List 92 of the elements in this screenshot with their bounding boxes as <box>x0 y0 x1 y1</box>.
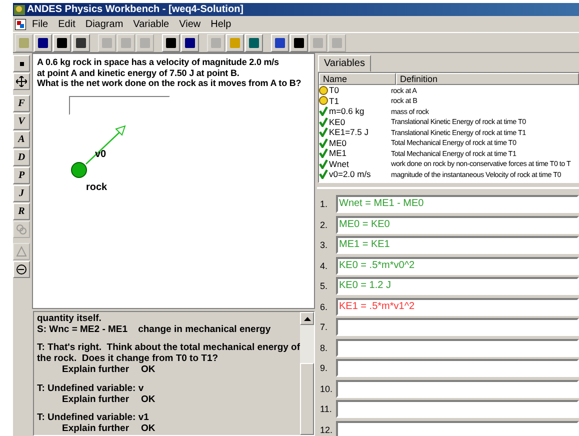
equation-field[interactable] <box>336 359 579 378</box>
feedback-link[interactable]: Explain further <box>62 364 130 376</box>
axes-tool[interactable] <box>13 261 30 278</box>
feedback-text: S: Wnc = ME2 - ME1 change in mechanical energy <box>37 324 271 335</box>
toolbar-button[interactable] <box>34 34 52 52</box>
equation-number: 9. <box>320 363 329 374</box>
vector-tool[interactable]: J <box>13 185 30 202</box>
variable-name[interactable]: T0 <box>329 85 339 96</box>
toolbar-button[interactable] <box>162 34 180 52</box>
menu-item[interactable]: Edit <box>54 18 80 30</box>
equation-field[interactable] <box>336 318 579 336</box>
equation-number: 11. <box>320 404 333 414</box>
up-arrow-icon <box>304 316 310 320</box>
variables-tab[interactable]: Variables <box>318 55 371 72</box>
equation-field[interactable] <box>336 420 579 436</box>
column-header[interactable]: Name <box>319 73 396 85</box>
toolbar-button[interactable] <box>290 34 308 52</box>
menu-item[interactable]: File <box>28 18 52 30</box>
feedback-link[interactable]: OK <box>141 364 156 376</box>
equation-number: 7. <box>320 322 329 332</box>
velocity-arrow <box>85 124 127 164</box>
feedback-text: the rock. Does it change from T0 to T1? <box>37 353 218 364</box>
equation-number: 8. <box>320 342 329 353</box>
equation-field[interactable]: KE1 = .5*m*v1^2 <box>336 298 579 316</box>
equation-field[interactable] <box>336 380 579 398</box>
toolbar-button[interactable] <box>271 34 289 52</box>
check-icon <box>319 127 328 138</box>
variable-name[interactable]: T1 <box>329 96 339 106</box>
menu-item[interactable]: View <box>175 18 205 30</box>
check-icon <box>319 116 328 127</box>
equation-number: 3. <box>320 240 329 250</box>
equation-number: 5. <box>320 281 329 292</box>
equation-number: 12. <box>320 424 334 435</box>
variable-name[interactable]: KE0 <box>329 116 346 127</box>
feedback-text: T: Undefined variable: v <box>37 382 144 394</box>
vector-tool[interactable]: A <box>13 131 30 148</box>
scrollbar[interactable] <box>300 312 314 435</box>
diagram-canvas[interactable]: A 0.6 kg rock in space has a velocity of magnitude 2.0 m/s at point A and kinetic energy of 7.50 J at point B. What is the net work done on the rock as it moves from A to B? v0 rock <box>32 53 315 309</box>
move-tool[interactable] <box>13 73 30 90</box>
link-tool[interactable] <box>13 221 30 238</box>
menu-item[interactable]: Diagram <box>81 18 128 30</box>
app-icon <box>14 4 25 14</box>
vector-tool[interactable]: V <box>13 113 30 130</box>
scroll-thumb[interactable] <box>300 363 314 435</box>
variable-name[interactable]: ME1 <box>329 148 346 158</box>
move-arrows-icon <box>16 76 27 87</box>
feedback-text: quantity itself. <box>37 313 102 324</box>
body-label: rock <box>86 182 108 192</box>
equation-number: 4. <box>320 260 329 271</box>
equation-number: 6. <box>320 302 329 312</box>
equation-field[interactable] <box>336 400 579 418</box>
problem-text: at point A and kinetic energy of 7.50 J at point B. <box>37 68 240 78</box>
toolbar-button[interactable] <box>245 34 263 52</box>
rings-icon <box>16 224 27 235</box>
variable-name[interactable]: Wnet <box>329 158 349 169</box>
feedback-link[interactable]: OK <box>141 422 156 434</box>
feedback-text: T: Undefined variable: v1 <box>37 412 149 423</box>
vector-tool[interactable]: F <box>13 95 30 112</box>
variable-name[interactable]: v0=2.0 m/s <box>329 169 371 180</box>
window-title: ANDES Physics Workbench - [weq4-Solution] <box>27 4 244 15</box>
vector-tool[interactable]: D <box>13 149 30 166</box>
equation-number: 2. <box>320 220 329 230</box>
feedback-link[interactable]: Explain further <box>62 394 130 405</box>
vector-tool[interactable]: P <box>13 167 30 184</box>
column-header[interactable]: Definition <box>396 73 579 85</box>
equation-number: 1. <box>320 199 329 210</box>
toolbar-button[interactable] <box>72 34 90 52</box>
variable-name[interactable]: KE1=7.5 J <box>329 127 368 138</box>
vector-tool[interactable]: R <box>13 203 30 220</box>
variable-name[interactable]: ME0 <box>329 138 346 148</box>
check-icon <box>319 106 328 116</box>
problem-text: What is the net work done on the rock as it moves from A to B? <box>37 78 302 88</box>
variable-name[interactable]: m=0.6 kg <box>329 106 364 116</box>
equation-field[interactable] <box>336 338 579 357</box>
check-icon <box>319 158 328 169</box>
triangle-icon <box>16 246 27 257</box>
toolbar-button[interactable] <box>53 34 71 52</box>
problem-text: A 0.6 kg rock in space has a velocity of magnitude 2.0 m/s <box>37 57 279 68</box>
document-icon <box>15 18 26 30</box>
select-tool[interactable] <box>13 55 30 72</box>
rock-body[interactable] <box>71 162 87 178</box>
feedback-link[interactable]: Explain further <box>62 422 130 434</box>
feedback-link[interactable]: OK <box>141 394 156 405</box>
vector-label: v0 <box>95 148 106 160</box>
menu-item[interactable]: Variable <box>129 18 174 30</box>
check-icon <box>319 138 328 148</box>
check-icon <box>319 148 328 158</box>
feedback-text: T: That's right. Think about the total mechanical energy of <box>37 342 300 354</box>
menu-item[interactable]: Help <box>206 18 236 30</box>
equation-number: 10. <box>320 384 334 394</box>
toolbar-button[interactable] <box>181 34 199 52</box>
check-icon <box>319 169 328 180</box>
